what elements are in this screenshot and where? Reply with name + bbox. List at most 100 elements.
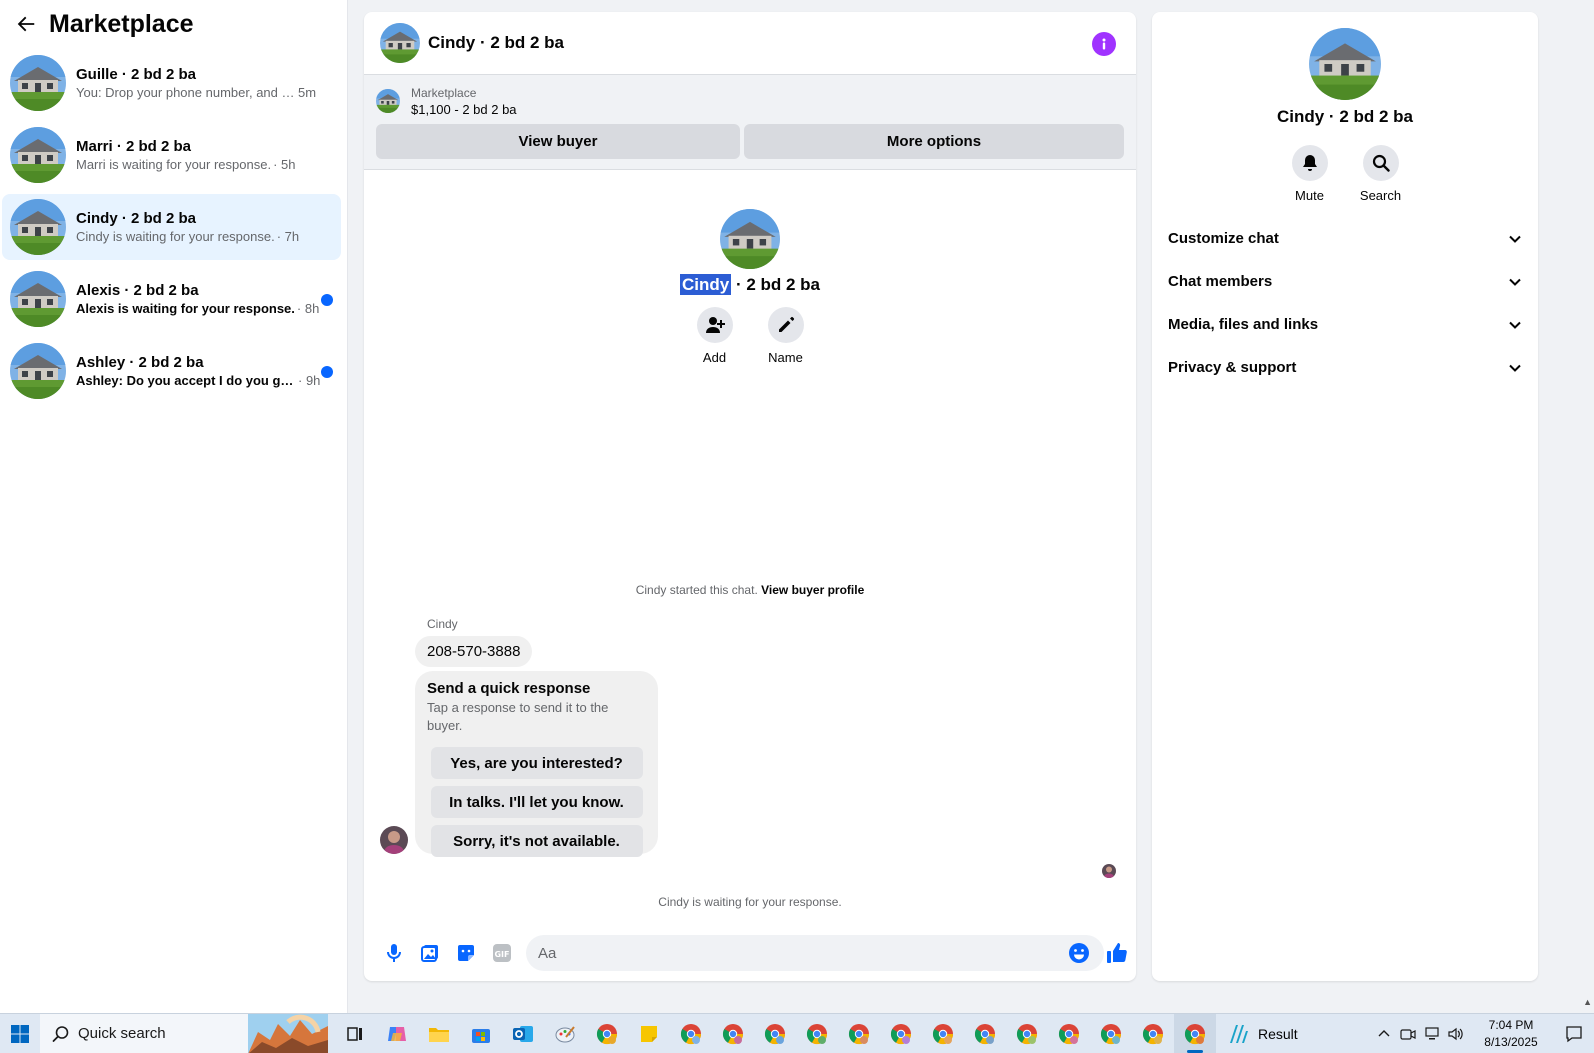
search-in-chat-button[interactable]: Search [1360, 145, 1401, 203]
listing-info[interactable]: Marketplace $1,100 - 2 bd 2 ba [376, 83, 1124, 119]
quick-response-interested[interactable]: Yes, are you interested? [430, 747, 643, 779]
chrome-profile-4-app[interactable] [796, 1014, 838, 1053]
gif-button[interactable]: GIF [484, 935, 520, 971]
sender-avatar[interactable] [380, 826, 408, 854]
show-hidden-icons-button[interactable] [1372, 1014, 1396, 1053]
chat-avatar[interactable] [380, 23, 420, 63]
section-customize-chat[interactable]: Customize chat [1152, 217, 1538, 260]
network-tray-button[interactable] [1420, 1014, 1444, 1053]
chrome-profile-5-app[interactable] [838, 1014, 880, 1053]
outlook-app[interactable] [502, 1014, 544, 1053]
microphone-icon [387, 944, 401, 962]
chrome-icon [764, 1023, 786, 1044]
chrome-profile-7-app[interactable] [922, 1014, 964, 1053]
quick-response-card: Send a quick response Tap a response to … [415, 671, 658, 857]
quick-response-not-available[interactable]: Sorry, it's not available. [430, 825, 643, 857]
conversation-name: Guille · 2 bd 2 ba [76, 65, 197, 83]
pencil-icon [778, 316, 794, 332]
chrome-icon [806, 1023, 828, 1044]
taskbar-apps [334, 1013, 1216, 1053]
view-buyer-button[interactable]: View buyer [376, 124, 740, 159]
name-chat-button[interactable]: Name [767, 307, 804, 365]
folder-icon [429, 1027, 449, 1042]
conversation-item-ashley[interactable]: Ashley · 2 bd 2 ba Ashley: Do you accept… [2, 338, 341, 404]
section-chat-members[interactable]: Chat members [1152, 260, 1538, 303]
quick-response-in-talks[interactable]: In talks. I'll let you know. [430, 786, 643, 818]
intro-avatar [720, 209, 780, 269]
conversation-list: Guille · 2 bd 2 ba You: Drop your phone … [0, 50, 347, 404]
chrome-profile-2-app[interactable] [712, 1014, 754, 1053]
section-media-files-links[interactable]: Media, files and links [1152, 303, 1538, 346]
conversation-name: Ashley · 2 bd 2 ba [76, 353, 204, 371]
start-button[interactable] [0, 1014, 40, 1053]
chrome-profile-11-app[interactable] [1090, 1014, 1132, 1053]
chrome-profile-10-app[interactable] [1048, 1014, 1090, 1053]
network-icon [1425, 1027, 1439, 1040]
conversation-item-guille[interactable]: Guille · 2 bd 2 ba You: Drop your phone … [2, 50, 341, 116]
paint-app[interactable] [544, 1014, 586, 1053]
chrome-icon [974, 1023, 996, 1044]
back-button[interactable] [12, 10, 40, 38]
chrome-profile-9-app[interactable] [1006, 1014, 1048, 1053]
details-sections: Customize chat Chat members Media, files… [1152, 217, 1538, 389]
add-person-icon [705, 317, 725, 333]
more-options-button[interactable]: More options [744, 124, 1124, 159]
chrome-profile-w-app[interactable] [586, 1014, 628, 1053]
avatar [10, 343, 66, 399]
notification-center-button[interactable] [1554, 1014, 1594, 1053]
view-buyer-profile-link[interactable]: View buyer profile [761, 583, 864, 597]
scrollbar-arrow-icon[interactable]: ▲ [1583, 997, 1592, 1007]
section-privacy-support[interactable]: Privacy & support [1152, 346, 1538, 389]
chrome-profile-12-app[interactable] [1132, 1014, 1174, 1053]
details-actions: Mute Search [1152, 145, 1538, 203]
listing-bar: Marketplace $1,100 - 2 bd 2 ba View buye… [364, 75, 1136, 170]
message-bubble[interactable]: 208-570-3888 [415, 636, 533, 667]
listing-label: Marketplace [411, 85, 477, 100]
emoji-button[interactable] [1061, 935, 1097, 971]
microsoft-store-app[interactable] [460, 1014, 502, 1053]
conversation-item-alexis[interactable]: Alexis · 2 bd 2 ba Alexis is waiting for… [2, 266, 341, 332]
sticker-button[interactable] [448, 935, 484, 971]
avatar [10, 199, 66, 255]
file-explorer-app[interactable] [418, 1014, 460, 1053]
conversation-item-cindy[interactable]: Cindy · 2 bd 2 ba Cindy is waiting for y… [2, 194, 341, 260]
conversation-name: Alexis · 2 bd 2 ba [76, 281, 199, 299]
conversation-snippet: Alexis is waiting for your response. · 8h [76, 300, 320, 316]
message-input[interactable] [526, 935, 1104, 971]
camera-tray-button[interactable] [1396, 1014, 1420, 1053]
taskbar-clock[interactable]: 7:04 PM 8/13/2025 [1468, 1017, 1554, 1051]
chat-title[interactable]: Cindy · 2 bd 2 ba [428, 33, 564, 53]
chrome-profile-3-app[interactable] [754, 1014, 796, 1053]
add-people-button[interactable]: Add [696, 307, 733, 365]
chrome-icon [722, 1023, 744, 1044]
chrome-icon [680, 1023, 702, 1044]
chrome-profile-6-app[interactable] [880, 1014, 922, 1053]
conversation-name: Marri · 2 bd 2 ba [76, 137, 192, 155]
taskbar-widget-result[interactable]: Result [1226, 1023, 1298, 1045]
chrome-icon [932, 1023, 954, 1044]
chat-intro: Cindy · 2 bd 2 ba Add Name [364, 209, 1136, 365]
task-view-button[interactable] [334, 1014, 376, 1053]
intro-title: Cindy · 2 bd 2 ba [679, 274, 821, 295]
sidebar-title: Marketplace [49, 9, 194, 38]
photo-icon [421, 945, 438, 962]
chrome-profile-8-app[interactable] [964, 1014, 1006, 1053]
sticky-notes-app[interactable] [628, 1014, 670, 1053]
mute-button[interactable]: Mute [1291, 145, 1328, 203]
system-tray: 7:04 PM 8/13/2025 [1372, 1014, 1594, 1053]
voice-clip-button[interactable] [376, 935, 412, 971]
chrome-icon [1142, 1023, 1164, 1044]
unread-dot [321, 294, 333, 306]
copilot-app[interactable] [376, 1014, 418, 1053]
conversation-item-marri[interactable]: Marri · 2 bd 2 ba Marri is waiting for y… [2, 122, 341, 188]
conversation-snippet: Cindy is waiting for your response. · 7h [76, 228, 300, 244]
attach-photo-button[interactable] [412, 935, 448, 971]
avatar [10, 271, 66, 327]
chat-header: Cindy · 2 bd 2 ba [364, 12, 1136, 75]
taskbar-search[interactable]: Quick search [40, 1013, 328, 1053]
send-like-button[interactable] [1099, 935, 1135, 971]
volume-tray-button[interactable] [1444, 1014, 1468, 1053]
chrome-profile-1-app[interactable] [670, 1014, 712, 1053]
chrome-profile-active-app[interactable] [1174, 1013, 1216, 1053]
info-button[interactable] [1092, 32, 1116, 56]
